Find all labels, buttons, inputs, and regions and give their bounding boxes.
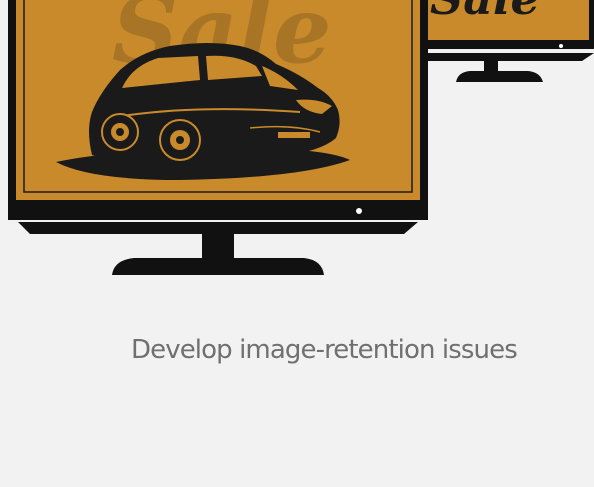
front-monitor-stand-foot bbox=[112, 258, 324, 275]
back-monitor: Sale bbox=[420, 0, 594, 82]
back-monitor-stand-neck bbox=[484, 61, 498, 72]
back-monitor-power-light bbox=[559, 44, 563, 48]
back-monitor-sale-text: Sale bbox=[430, 0, 540, 25]
front-monitor-base-strip bbox=[18, 222, 418, 234]
back-monitor-base-strip bbox=[420, 53, 594, 61]
tv-illustration: Sale Sale bbox=[8, 0, 594, 275]
front-monitor-stand-neck bbox=[202, 234, 234, 258]
caption: Develop image-retention issues bbox=[131, 335, 518, 365]
front-monitor: Sale bbox=[8, 0, 428, 275]
front-monitor-power-light bbox=[356, 208, 362, 214]
back-monitor-stand-foot bbox=[456, 71, 543, 82]
